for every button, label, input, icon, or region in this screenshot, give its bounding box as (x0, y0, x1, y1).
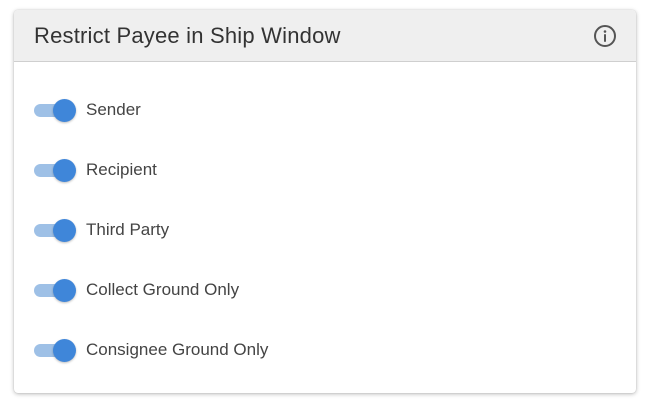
toggle-label: Collect Ground Only (86, 280, 240, 299)
toggle-list: Sender Recipient Third Party Collect Gro… (14, 62, 636, 380)
recipient-toggle[interactable] (34, 158, 76, 182)
toggle-row-consignee-ground: Consignee Ground Only (34, 320, 636, 380)
toggle-thumb (53, 99, 76, 122)
toggle-thumb (53, 159, 76, 182)
info-icon[interactable] (592, 23, 618, 49)
card-header: Restrict Payee in Ship Window (14, 10, 636, 62)
toggle-row-third-party: Third Party (34, 200, 636, 260)
toggle-row-collect-ground: Collect Ground Only (34, 260, 636, 320)
toggle-label: Third Party (86, 220, 170, 239)
toggle-thumb (53, 219, 76, 242)
toggle-label: Recipient (86, 160, 157, 179)
toggle-label: Sender (86, 100, 141, 119)
toggle-thumb (53, 279, 76, 302)
toggle-thumb (53, 339, 76, 362)
card-title: Restrict Payee in Ship Window (34, 22, 341, 48)
toggle-row-recipient: Recipient (34, 140, 636, 200)
toggle-label: Consignee Ground Only (86, 340, 269, 359)
consignee-ground-only-toggle[interactable] (34, 338, 76, 362)
sender-toggle[interactable] (34, 98, 76, 122)
toggle-row-sender: Sender (34, 80, 636, 140)
restrict-payee-card: Restrict Payee in Ship Window Sender Rec… (14, 10, 636, 393)
third-party-toggle[interactable] (34, 218, 76, 242)
collect-ground-only-toggle[interactable] (34, 278, 76, 302)
